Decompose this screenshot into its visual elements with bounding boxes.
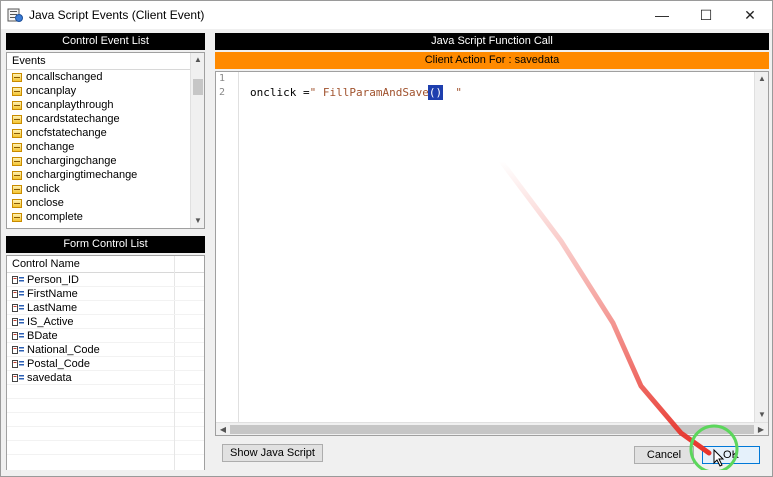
mouse-cursor-icon (713, 448, 725, 467)
dialog-window: Java Script Events (Client Event) — ☐ ✕ … (0, 0, 773, 477)
annotation-overlay (498, 158, 739, 474)
status-strip (1, 470, 772, 476)
annotation-arrow (498, 158, 712, 456)
annotation-highlight-circle (689, 424, 739, 474)
